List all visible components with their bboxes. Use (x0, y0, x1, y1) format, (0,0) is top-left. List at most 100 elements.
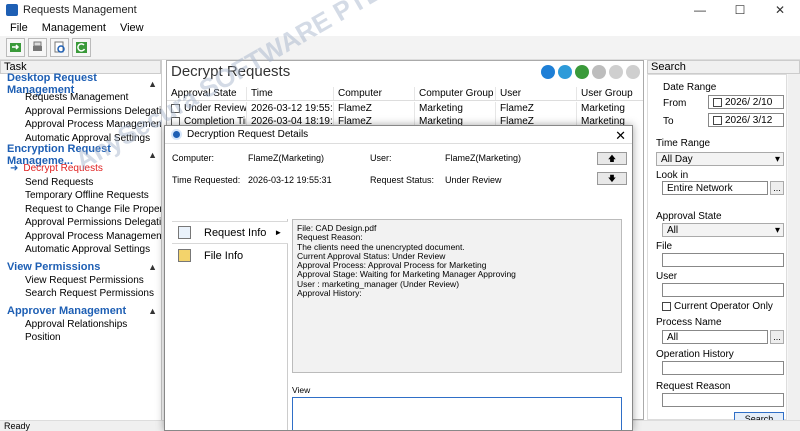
task-item[interactable]: Approval Process Management (0, 118, 161, 132)
print-button[interactable] (28, 38, 47, 57)
user-input[interactable] (662, 283, 784, 297)
date-range-label: Date Range (663, 82, 717, 93)
task-item[interactable]: Request to Change File Properties (0, 203, 161, 217)
request-reason-input[interactable] (662, 393, 784, 407)
current-operator-option[interactable]: Current Operator Only (662, 301, 773, 312)
user-label: User: (370, 153, 392, 163)
title-bar: Requests Management — ☐ ✕ (0, 0, 800, 20)
export-icon (10, 43, 21, 52)
app-icon (6, 4, 18, 16)
to-label: To (663, 116, 674, 127)
group-header[interactable]: Desktop Request Management ▲ (0, 72, 161, 96)
from-checkbox[interactable] (713, 97, 722, 107)
collapse-icon[interactable]: ▲ (148, 262, 157, 272)
group-header[interactable]: Approver Management ▲ (0, 304, 161, 318)
refresh-button[interactable] (72, 38, 91, 57)
search-button[interactable]: Search (734, 412, 784, 420)
file-info-icon (178, 249, 191, 262)
group-header[interactable]: View Permissions ▲ (0, 260, 161, 274)
current-operator-checkbox[interactable] (662, 302, 671, 311)
process-name-field[interactable]: All (662, 330, 768, 344)
menu-management[interactable]: Management (42, 22, 106, 34)
from-label: From (663, 98, 687, 109)
table-header: Approval State Time Computer Computer Gr… (167, 87, 643, 101)
group-encryption-request: Encryption Request Manageme... ▲ ➜ Decrypt… (0, 143, 161, 257)
edit-icon[interactable] (558, 65, 572, 79)
menu-view[interactable]: View (120, 22, 144, 34)
tab-label: File Info (204, 249, 244, 262)
request-info-icon (178, 226, 191, 239)
group-view-permissions: View Permissions ▲ View Request Permissio… (0, 260, 161, 301)
task-item[interactable]: Approval Permissions Delegation (0, 105, 161, 119)
user-label: User (656, 271, 678, 282)
chevron-right-icon: ► (274, 228, 283, 237)
maximize-icon[interactable]: ☐ (720, 0, 760, 20)
task-item[interactable]: Position (0, 331, 161, 345)
task-item[interactable]: Send Requests (0, 176, 161, 190)
task-item[interactable]: Approval Process Management (0, 230, 161, 244)
task-item[interactable]: Approval Relationships (0, 318, 161, 332)
search-panel: Search Date Range From 2026/ 2/10 To 202… (647, 60, 800, 420)
accept-icon[interactable] (575, 65, 589, 79)
task-item[interactable]: Approval Permissions Delegation (0, 216, 161, 230)
time-range-select[interactable]: All Day ▾ (656, 152, 784, 166)
to-checkbox[interactable] (713, 115, 722, 125)
tab-request-info[interactable]: Request Info ► (172, 221, 288, 244)
next-icon[interactable] (626, 65, 640, 79)
tab-file-info[interactable]: File Info (172, 244, 288, 267)
column-header[interactable]: User Group (577, 87, 643, 100)
menu-bar: File Management View (0, 20, 800, 36)
document-icon (171, 104, 180, 113)
previous-record-button[interactable]: 🡅 (597, 152, 627, 165)
dialog-title: Decryption Request Details (187, 129, 309, 140)
to-date-field[interactable]: 2026/ 3/12 (708, 113, 784, 127)
request-details-text: File: CAD Design.pdf Request Reason: The… (292, 219, 622, 373)
column-header[interactable]: Approval State (167, 87, 247, 100)
task-item-label: Decrypt Requests (23, 163, 103, 175)
minimize-icon[interactable]: — (680, 0, 720, 20)
look-in-label: Look in (656, 170, 689, 181)
close-icon[interactable]: ✕ (760, 0, 800, 20)
next-record-button[interactable]: 🡇 (597, 172, 627, 185)
current-operator-label: Current Operator Only (674, 301, 773, 312)
collapse-icon[interactable]: ▲ (148, 79, 157, 89)
previous-icon[interactable] (609, 65, 623, 79)
column-header[interactable]: Time (247, 87, 334, 100)
collapse-icon[interactable]: ▲ (148, 150, 157, 160)
task-item[interactable]: Search Request Permissions (0, 287, 161, 301)
look-in-field[interactable]: Entire Network (662, 181, 768, 195)
collapse-icon[interactable]: ▲ (148, 306, 157, 316)
operation-history-input[interactable] (662, 361, 784, 375)
approval-state-select[interactable]: All ▾ (662, 223, 784, 237)
column-header[interactable]: User (496, 87, 577, 100)
column-header[interactable]: Computer Group (415, 87, 496, 100)
export-button[interactable] (6, 38, 25, 57)
group-title: View Permissions (7, 260, 101, 273)
print-preview-icon (54, 41, 65, 53)
task-item[interactable]: Automatic Approval Settings (0, 243, 161, 257)
file-input[interactable] (662, 253, 784, 267)
forward-icon[interactable] (592, 65, 606, 79)
task-item[interactable]: Temporary Offline Requests (0, 189, 161, 203)
search-panel-scrollbar[interactable] (788, 74, 800, 420)
approve-icon[interactable] (541, 65, 555, 79)
decryption-request-details-dialog: Decryption Request Details ✕ Computer: F… (164, 125, 633, 431)
approval-state-value: All (667, 224, 679, 236)
refresh-icon (76, 42, 87, 53)
task-panel: Task Desktop Request Management ▲ Request… (0, 60, 162, 420)
computer-value: FlameZ(Marketing) (248, 153, 325, 163)
column-header[interactable]: Computer (334, 87, 415, 100)
look-in-browse-button[interactable]: ... (770, 181, 784, 195)
close-icon[interactable]: ✕ (615, 128, 626, 144)
group-header[interactable]: Encryption Request Manageme... ▲ (0, 143, 161, 167)
from-date-field[interactable]: 2026/ 2/10 (708, 95, 784, 109)
time-requested-value: 2026-03-12 19:55:31 (248, 175, 332, 185)
task-item[interactable]: View Request Permissions (0, 274, 161, 288)
from-date-value: 2026/ 2/10 (725, 96, 773, 108)
print-preview-button[interactable] (50, 38, 69, 57)
view-input[interactable] (292, 397, 622, 430)
menu-file[interactable]: File (10, 22, 28, 34)
cell: Marketing (415, 102, 496, 115)
table-row[interactable]: Under Review 2026-03-12 19:55:31 FlameZ … (167, 102, 643, 115)
process-name-browse-button[interactable]: ... (770, 330, 784, 344)
